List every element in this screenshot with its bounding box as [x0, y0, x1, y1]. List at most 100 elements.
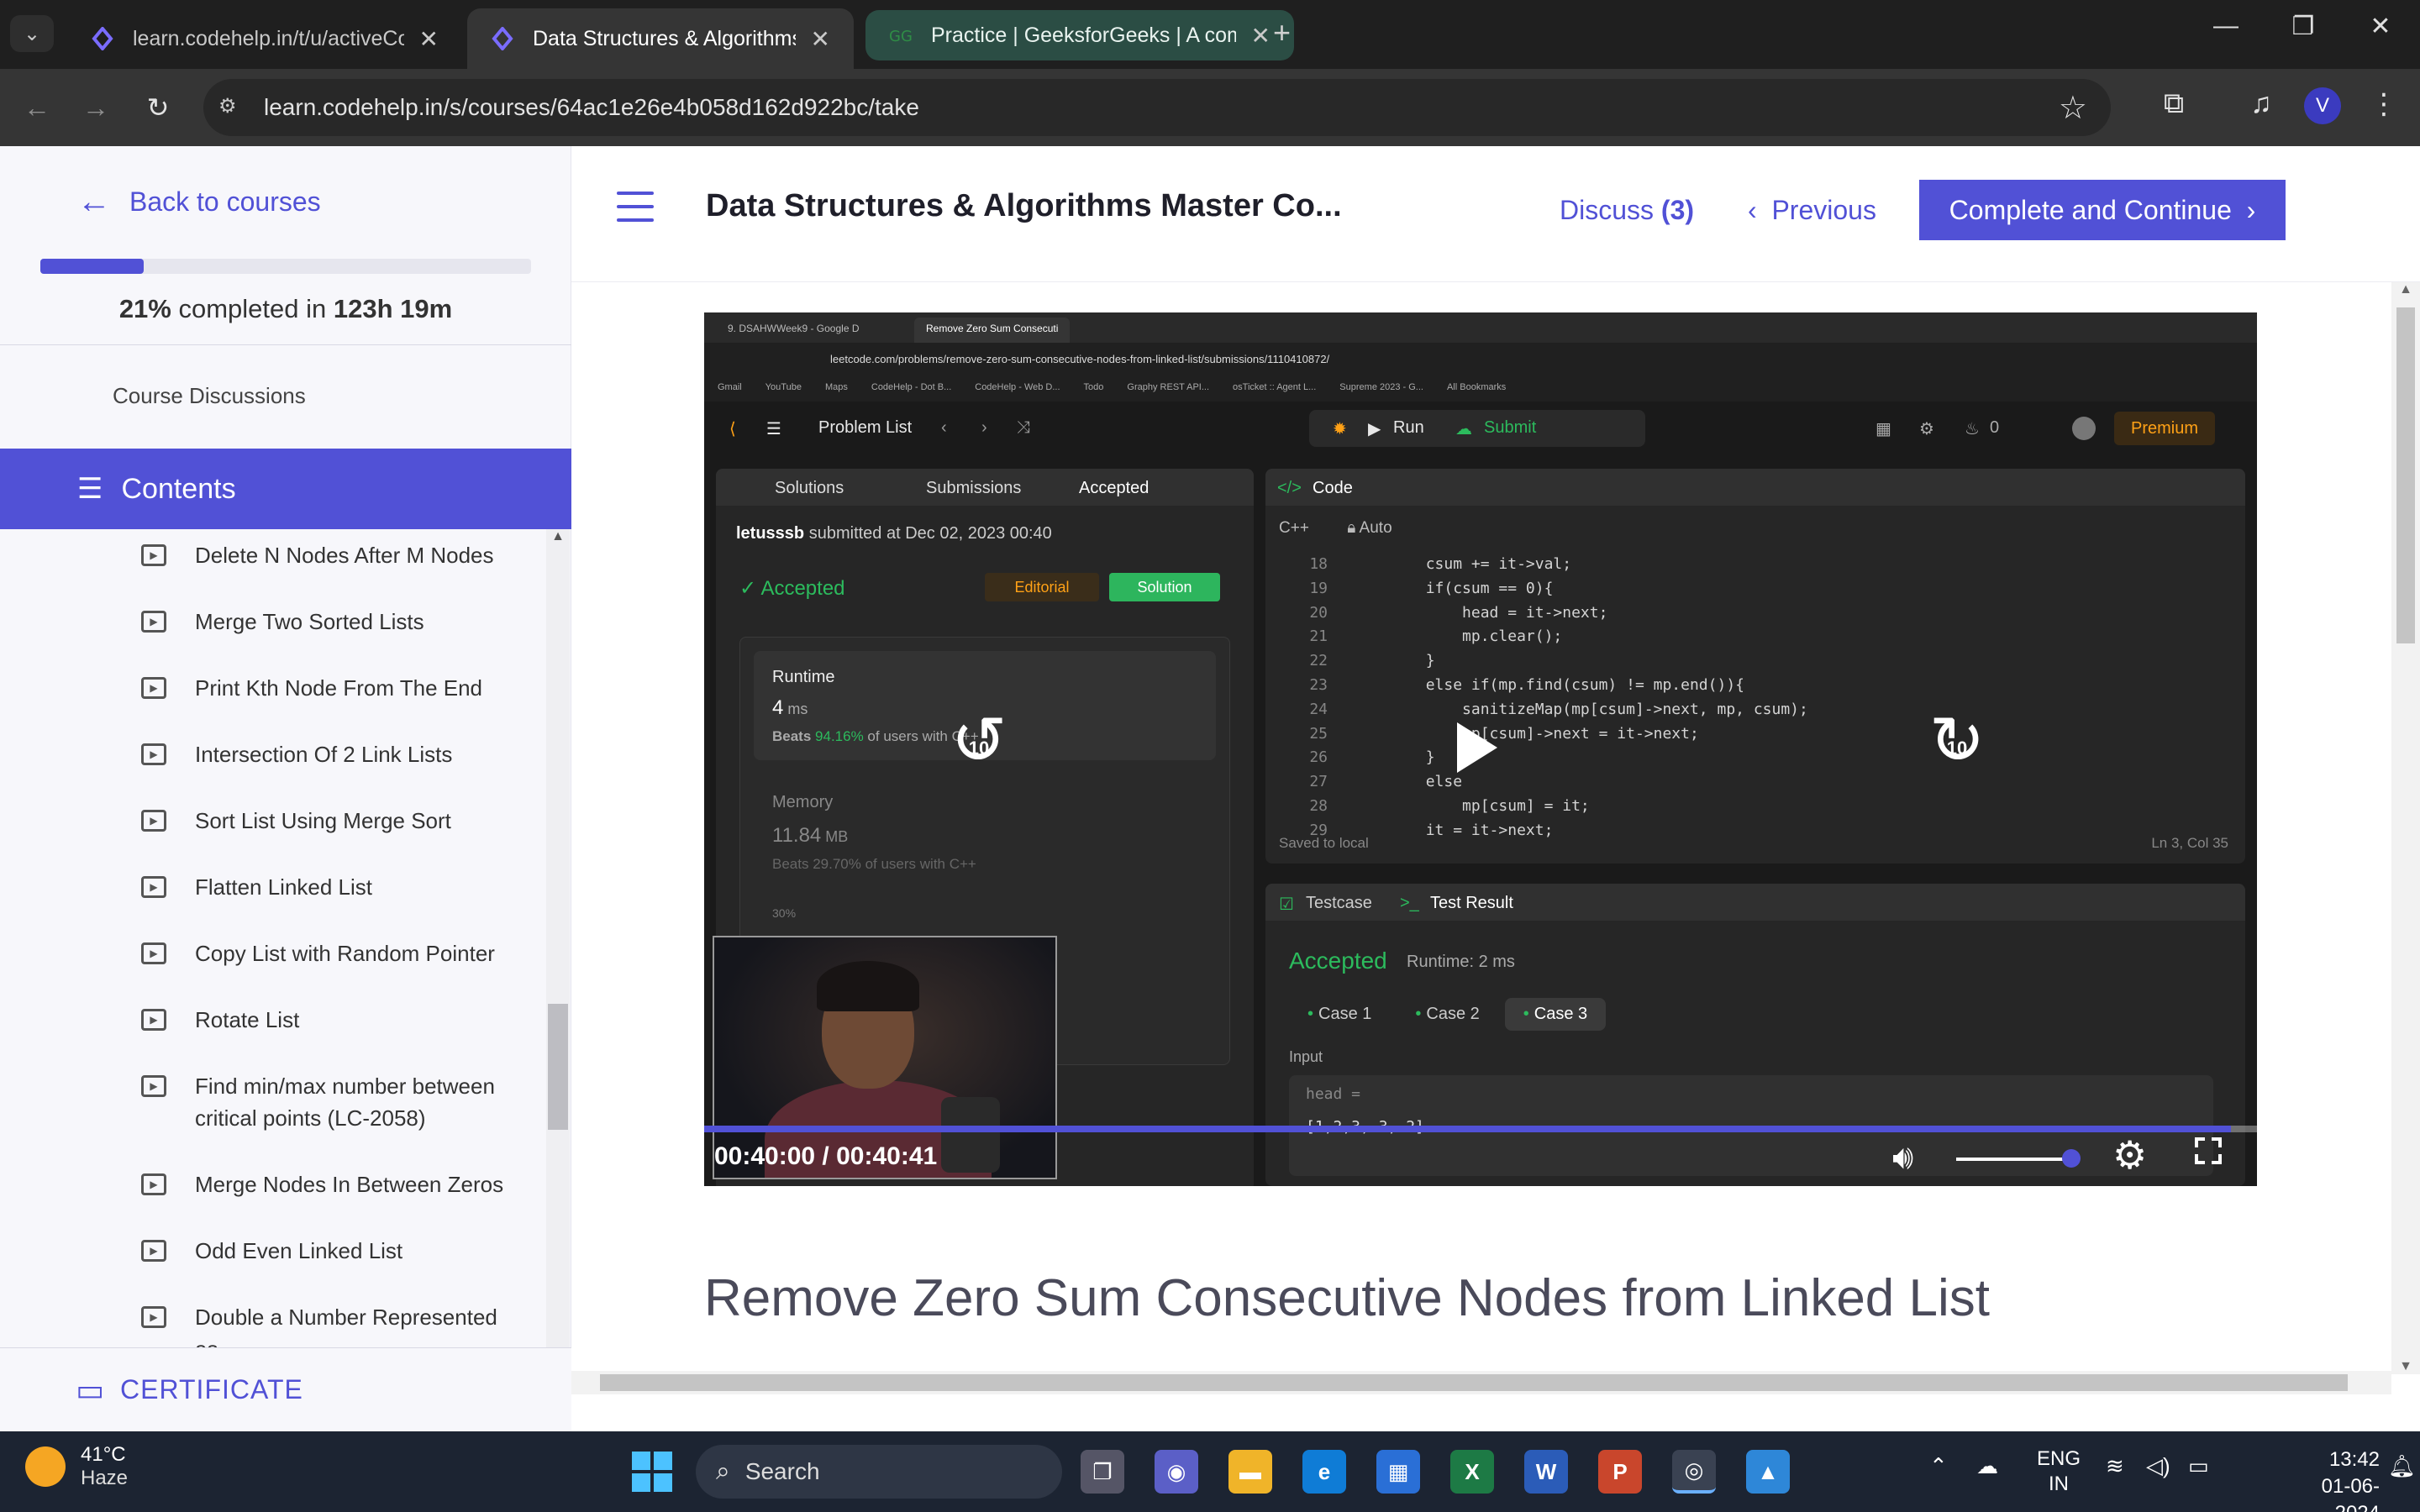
task-view-icon[interactable]: ❐ — [1081, 1450, 1124, 1494]
taskbar-search[interactable]: ⌕ Search — [696, 1445, 1062, 1499]
microsoft-store-icon[interactable]: ▦ — [1376, 1450, 1420, 1494]
lesson-item[interactable]: ▶ Flatten Linked List — [0, 871, 546, 903]
back-to-courses-link[interactable]: ← Back to courses — [77, 183, 321, 221]
scroll-up-icon[interactable]: ▲ — [546, 529, 570, 544]
onedrive-cloud-icon[interactable]: ☁ — [1976, 1453, 1998, 1479]
lesson-item[interactable]: ▶ Merge Two Sorted Lists — [0, 606, 546, 638]
windows-start-icon[interactable] — [632, 1452, 672, 1492]
video-time: 00:40:00 / 00:40:41 — [714, 1142, 937, 1171]
teams-icon[interactable]: ◉ — [1155, 1450, 1198, 1494]
profile-avatar[interactable]: V — [2304, 87, 2341, 124]
browser-tab-codehelp-active-courses[interactable]: learn.codehelp.in/t/u/activeCourses ✕ — [67, 8, 462, 69]
bookmark-item: YouTube — [765, 382, 802, 392]
search-label: Search — [744, 1458, 820, 1484]
certificate-link[interactable]: ▭ CERTIFICATE — [0, 1347, 571, 1431]
volume-knob[interactable] — [2062, 1149, 2081, 1168]
excel-icon[interactable]: X — [1450, 1450, 1494, 1494]
discuss-link[interactable]: Discuss (3) — [1560, 195, 1694, 226]
horizontal-scroll-thumb[interactable] — [600, 1374, 2348, 1391]
lesson-item[interactable]: ▶ Print Kth Node From The End — [0, 672, 546, 704]
photos-icon[interactable]: ▲ — [1746, 1450, 1790, 1494]
reload-icon[interactable]: ↻ — [138, 87, 178, 128]
video-settings-gear-icon[interactable]: ⚙ — [2112, 1132, 2147, 1178]
edge-icon[interactable]: e — [1302, 1450, 1346, 1494]
lesson-item[interactable]: ▶ Odd Even Linked List — [0, 1235, 546, 1267]
wifi-icon[interactable]: ≋ — [2106, 1453, 2124, 1479]
browser-tab-geeksforgeeks[interactable]: GG Practice | GeeksforGeeks | A computer… — [865, 10, 1294, 60]
code-line: 20 head = it->next; — [1282, 601, 2232, 626]
sidebar-scroll-thumb[interactable] — [548, 1004, 568, 1130]
tab-search-button[interactable]: ⌄ — [10, 15, 54, 52]
contents-header[interactable]: ☰ Contents — [0, 449, 571, 529]
site-info-icon[interactable]: ⚙ — [218, 94, 245, 121]
browser-menu-icon[interactable]: ⋮ — [2363, 87, 2405, 121]
back-arrow-icon[interactable]: ← — [17, 87, 57, 128]
line-text: sanitizeMap(mp[csum]->next, mp, csum); — [1353, 700, 1808, 718]
file-explorer-icon[interactable]: ▬ — [1228, 1450, 1272, 1494]
bookmark-star-icon[interactable]: ☆ — [2059, 89, 2087, 127]
test-case-tabs: • Case 1 • Case 2 • Case 3 — [1289, 998, 1612, 1031]
forward-10-icon[interactable]: ↻ 10 — [1911, 707, 2003, 774]
chart-axis-label: 30% — [772, 906, 797, 920]
lesson-item[interactable]: ▶ Find min/max number between critical po… — [0, 1070, 546, 1134]
close-tab-icon[interactable]: ✕ — [419, 25, 439, 53]
submitted-text: submitted at Dec 02, 2023 00:40 — [804, 524, 1052, 543]
lang-top: ENG — [2037, 1447, 2081, 1470]
lesson-item[interactable]: ▶ Rotate List — [0, 1004, 546, 1036]
play-icon[interactable] — [1457, 722, 1497, 773]
fullscreen-icon[interactable] — [2195, 1137, 2222, 1164]
code-line: 25 mp[csum]->next = it->next; — [1282, 722, 2232, 747]
close-tab-icon[interactable]: ✕ — [1251, 22, 1270, 50]
address-bar[interactable]: ⚙ learn.codehelp.in/s/courses/64ac1e26e4… — [203, 79, 2111, 136]
close-window-button[interactable]: ✕ — [2343, 12, 2418, 41]
powerpoint-icon[interactable]: P — [1598, 1450, 1642, 1494]
minimize-window-button[interactable]: — — [2188, 12, 2264, 40]
lesson-item[interactable]: ▶ Sort List Using Merge Sort — [0, 805, 546, 837]
scroll-down-icon[interactable]: ▼ — [2391, 1359, 2420, 1374]
rewind-10-icon[interactable]: ↺ 10 — [933, 707, 1025, 774]
course-discussions-link[interactable]: Course Discussions — [113, 383, 306, 409]
word-icon[interactable]: W — [1524, 1450, 1568, 1494]
notification-bell-icon[interactable]: 🔔︎ — [2388, 1453, 2416, 1479]
media-controls-icon[interactable]: ♫ — [2240, 87, 2282, 120]
hamburger-menu-icon[interactable] — [617, 192, 654, 222]
lesson-item[interactable]: ▶ Intersection Of 2 Link Lists — [0, 738, 546, 770]
language-indicator[interactable]: ENG IN — [2037, 1446, 2081, 1497]
lesson-item[interactable]: ▶ Merge Nodes In Between Zeros — [0, 1168, 546, 1200]
previous-lesson-link[interactable]: ‹ Previous — [1748, 195, 1876, 226]
new-tab-button[interactable]: + — [1273, 15, 1291, 50]
code-line: 28 mp[csum] = it; — [1282, 795, 2232, 819]
content-scroll-thumb[interactable] — [2396, 307, 2415, 643]
sidebar-scrollbar[interactable]: ▲ ▼ — [546, 529, 570, 1482]
system-clock[interactable]: 13:42 01-06-2024 — [2287, 1446, 2380, 1512]
list-icon: ☰ — [77, 473, 103, 505]
submitted-info: letusssb submitted at Dec 02, 2023 00:40 — [736, 524, 1052, 543]
lesson-item[interactable]: ▶ Copy List with Random Pointer — [0, 937, 546, 969]
video-address-bar: leetcode.com/problems/remove-zero-sum-co… — [704, 343, 2257, 376]
memory-beats: Beats 29.70% of users with C++ — [772, 856, 976, 872]
video-player[interactable]: 9. DSAHWWeek9 - Google D Remove Zero Sum… — [704, 312, 2257, 1186]
lesson-item[interactable]: ▶ Delete N Nodes After M Nodes — [0, 539, 546, 571]
battery-icon[interactable]: ▭ — [2188, 1453, 2209, 1479]
volume-icon[interactable]: 🔊︎ — [1892, 1139, 1913, 1177]
chrome-icon[interactable]: ◎ — [1672, 1450, 1716, 1494]
forward-arrow-icon[interactable]: → — [76, 87, 116, 128]
browser-tab-dsa-course[interactable]: Data Structures & Algorithms Master Cour… — [467, 8, 854, 69]
line-text: } — [1353, 652, 1435, 670]
speaker-icon[interactable]: ◁) — [2146, 1453, 2170, 1479]
close-tab-icon[interactable]: ✕ — [811, 25, 830, 53]
runtime-value-line: 4 ms — [772, 696, 808, 720]
scroll-up-icon[interactable]: ▲ — [2391, 282, 2420, 297]
extensions-icon[interactable]: ⧉ — [2153, 87, 2195, 120]
restore-window-button[interactable]: ❐ — [2265, 12, 2341, 41]
temperature: 41°C — [81, 1443, 126, 1466]
volume-slider[interactable] — [1956, 1158, 2070, 1161]
content-vertical-scrollbar[interactable]: ▲ ▼ — [2391, 282, 2420, 1374]
video-seek-bar[interactable] — [704, 1126, 2257, 1132]
content-horizontal-scrollbar[interactable] — [571, 1371, 2391, 1394]
case-tab: • Case 1 — [1289, 998, 1390, 1031]
complete-and-continue-button[interactable]: Complete and Continue › — [1919, 180, 2286, 240]
weather-widget[interactable]: 41°C Haze — [25, 1443, 128, 1490]
show-hidden-icons-chevron-icon[interactable]: ⌃ — [1929, 1453, 1948, 1479]
case-label: Case 1 — [1318, 1005, 1372, 1023]
